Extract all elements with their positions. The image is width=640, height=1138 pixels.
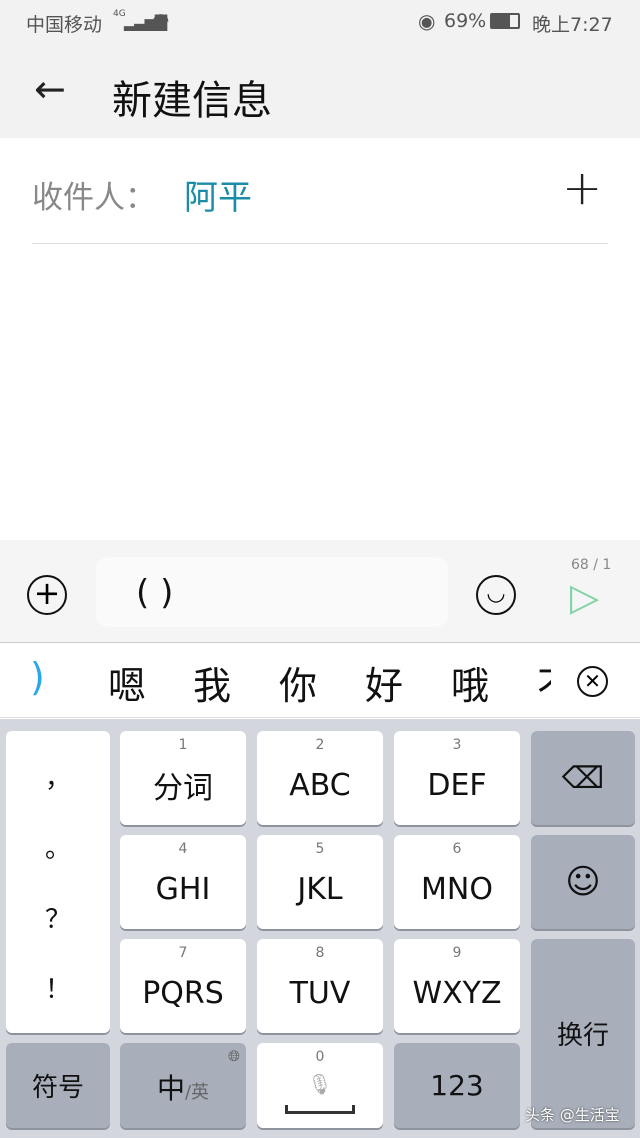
- attach-plus-icon[interactable]: +: [27, 575, 67, 615]
- key-number: 6: [452, 841, 462, 857]
- candidate[interactable]: 嗯: [108, 655, 146, 710]
- wifi-icon: ◠: [152, 8, 170, 32]
- key-number: 1: [178, 737, 188, 753]
- key-8[interactable]: 8 TUV: [257, 939, 383, 1033]
- enter-key[interactable]: 换行: [531, 939, 635, 1128]
- close-candidates-icon[interactable]: ✕: [577, 666, 608, 697]
- lang-main: 中: [156, 1072, 185, 1105]
- numbers-key[interactable]: 123: [394, 1043, 520, 1128]
- emoji-key[interactable]: ☺: [531, 835, 635, 929]
- add-recipient-icon[interactable]: +: [562, 160, 602, 216]
- lang-alt: /英: [184, 1082, 210, 1103]
- key-label: JKL: [297, 871, 343, 907]
- page-title: 新建信息: [112, 78, 272, 124]
- back-arrow-icon[interactable]: ←: [34, 67, 66, 111]
- space-key[interactable]: 0 🎙︎: [257, 1043, 383, 1128]
- key-number: 3: [452, 737, 462, 753]
- space-bar-icon: [285, 1105, 355, 1114]
- key-number: 2: [315, 737, 325, 753]
- candidate[interactable]: 我: [193, 655, 231, 710]
- message-text: ( ): [136, 573, 174, 613]
- key-number: 8: [315, 945, 325, 961]
- candidate[interactable]: 不: [537, 655, 551, 710]
- clock: 晚上7:27: [532, 14, 613, 36]
- punct-comma[interactable]: ，: [45, 758, 71, 795]
- key-label: DEF: [427, 767, 487, 803]
- space-number: 0: [315, 1049, 325, 1065]
- key-label: TUV: [289, 975, 351, 1011]
- punctuation-column: ， 。 ？ ！: [6, 731, 110, 1033]
- candidate[interactable]: 哦: [451, 655, 489, 710]
- composing-text: ): [30, 655, 45, 699]
- key-number: 4: [178, 841, 188, 857]
- key-label: 分词: [153, 771, 213, 806]
- microphone-icon: 🎙︎: [307, 1071, 333, 1096]
- emoji-icon[interactable]: ◡: [476, 575, 516, 615]
- eye-comfort-icon: ◉: [418, 9, 436, 33]
- compose-bar: + ( ) ◡ 68 / 1 ▷: [0, 540, 640, 643]
- backspace-icon: ⌫: [561, 760, 605, 796]
- key-label: MNO: [421, 871, 493, 907]
- key-label: PQRS: [142, 975, 224, 1011]
- candidate[interactable]: 好: [365, 655, 403, 710]
- key-1[interactable]: 1 分词: [120, 731, 246, 825]
- status-bar: 中国移动 4G ▂▃▅▇ ◠ ◉ 69% 晚上7:27: [0, 0, 640, 45]
- punct-period[interactable]: 。: [45, 828, 71, 865]
- punct-question[interactable]: ？: [45, 899, 71, 936]
- enter-label: 换行: [556, 1021, 609, 1051]
- divider: [32, 243, 608, 244]
- header: ← 新建信息: [0, 45, 640, 138]
- key-number: 7: [178, 945, 188, 961]
- key-label: WXYZ: [412, 975, 502, 1011]
- numbers-label: 123: [430, 1069, 484, 1102]
- key-4[interactable]: 4 GHI: [120, 835, 246, 929]
- key-2[interactable]: 2 ABC: [257, 731, 383, 825]
- battery-percent: 69%: [444, 10, 487, 32]
- battery-icon: [490, 13, 520, 29]
- char-counter: 68 / 1: [571, 557, 612, 573]
- recipient-chip[interactable]: 阿平: [184, 170, 252, 219]
- recipient-label: 收件人：: [32, 180, 156, 216]
- send-icon[interactable]: ▷: [570, 575, 599, 619]
- backspace-key[interactable]: ⌫: [531, 731, 635, 825]
- carrier: 中国移动: [26, 14, 103, 36]
- symbols-label: 符号: [31, 1073, 84, 1103]
- key-3[interactable]: 3 DEF: [394, 731, 520, 825]
- symbols-key[interactable]: 符号: [6, 1043, 110, 1128]
- key-5[interactable]: 5 JKL: [257, 835, 383, 929]
- language-toggle-key[interactable]: 🌐︎ 中/英: [120, 1043, 246, 1128]
- key-number: 5: [315, 841, 325, 857]
- key-label: ABC: [289, 767, 351, 803]
- message-input[interactable]: ( ): [96, 557, 448, 627]
- smiley-icon: ☺: [565, 862, 601, 902]
- key-9[interactable]: 9 WXYZ: [394, 939, 520, 1033]
- key-7[interactable]: 7 PQRS: [120, 939, 246, 1033]
- globe-icon: 🌐︎: [227, 1047, 240, 1065]
- key-label: GHI: [155, 871, 211, 907]
- candidate[interactable]: 你: [279, 655, 317, 710]
- key-number: 9: [452, 945, 462, 961]
- keyboard: ， 。 ？ ！ 1 分词 2 ABC 3 DEF 4 GHI 5 JKL 6 MNO 7 PQRS 8 TUV…: [0, 719, 640, 1138]
- watermark: 头条 @生活宝: [525, 1106, 620, 1124]
- punct-exclaim[interactable]: ！: [45, 969, 71, 1006]
- key-6[interactable]: 6 MNO: [394, 835, 520, 929]
